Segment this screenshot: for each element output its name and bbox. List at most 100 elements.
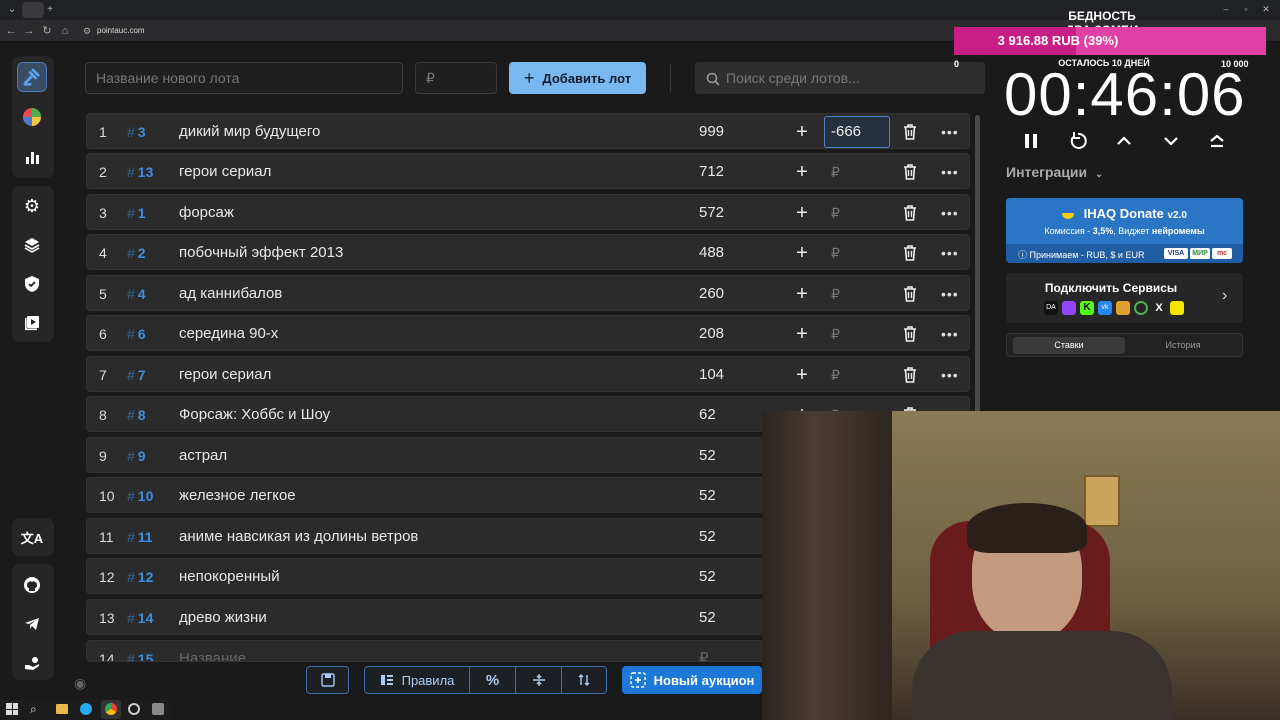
trash-icon[interactable]	[903, 276, 919, 312]
telegram-icon[interactable]	[17, 609, 47, 639]
more-options-icon[interactable]: •••	[941, 316, 958, 352]
new-lot-input[interactable]: Название нового лота	[85, 62, 403, 94]
lot-name[interactable]: дикий мир будущего	[179, 114, 320, 150]
back-icon[interactable]: ←	[4, 24, 18, 38]
lot-name[interactable]: Форсаж: Хоббс и Шоу	[179, 397, 330, 433]
lot-amount-input[interactable]: ₽	[831, 195, 840, 231]
lot-amount-edit-input[interactable]: -666	[824, 116, 890, 148]
trash-icon[interactable]	[903, 357, 919, 393]
trash-icon[interactable]	[903, 195, 919, 231]
taskbar-search-icon[interactable]: ⌕	[30, 702, 37, 717]
lot-name[interactable]: герои сериал	[179, 154, 271, 190]
site-info-icon[interactable]: ⚙	[80, 24, 94, 38]
sort-button[interactable]	[561, 666, 607, 694]
percent-button[interactable]: %	[469, 666, 516, 694]
lot-amount-input[interactable]: ₽	[831, 316, 840, 352]
lot-name[interactable]: непокоренный	[179, 559, 280, 595]
auction-icon[interactable]	[17, 62, 47, 92]
tab-list-icon[interactable]: ⌄	[4, 3, 20, 17]
boosty-icon[interactable]	[1170, 301, 1184, 315]
trash-icon[interactable]	[903, 235, 919, 271]
lot-name[interactable]: герои сериал	[179, 357, 271, 393]
x-icon[interactable]: X	[1152, 301, 1166, 315]
save-button[interactable]	[306, 666, 349, 694]
forward-icon[interactable]: →	[22, 24, 36, 38]
new-lot-price-input[interactable]: ₽	[415, 62, 497, 94]
add-amount-icon[interactable]: +	[793, 154, 811, 190]
app-icon[interactable]	[152, 703, 164, 715]
add-amount-icon[interactable]: +	[793, 114, 811, 150]
vk-icon[interactable]: vk	[1098, 301, 1112, 315]
lot-name[interactable]: ад каннибалов	[179, 276, 282, 312]
lot-name[interactable]: древо жизни	[179, 600, 267, 636]
connect-services-card[interactable]: Подключить Сервисы DA K vk X ›	[1006, 273, 1243, 323]
obs-icon[interactable]	[128, 703, 140, 715]
tab-history[interactable]: История	[1127, 337, 1239, 354]
add-amount-icon[interactable]: +	[793, 276, 811, 312]
search-input[interactable]: Поиск среди лотов...	[695, 62, 985, 94]
github-icon[interactable]	[17, 570, 47, 600]
lot-name[interactable]: астрал	[179, 438, 227, 474]
maximize-icon[interactable]: ▫	[1238, 2, 1254, 16]
kick-icon[interactable]: K	[1080, 301, 1094, 315]
lot-name[interactable]: Название	[179, 641, 246, 661]
lot-amount-input[interactable]: ₽	[831, 357, 840, 393]
more-options-icon[interactable]: •••	[941, 276, 958, 312]
lot-name[interactable]: середина 90-х	[179, 316, 278, 352]
chrome-taskbar-active[interactable]	[101, 700, 121, 719]
telegram-taskbar-icon[interactable]	[80, 703, 92, 715]
lot-row[interactable]: 5 #4 ад каннибалов 260 + ₽ •••	[86, 275, 970, 311]
home-icon[interactable]: ⌂	[58, 24, 72, 38]
rules-button[interactable]: Правила	[364, 666, 470, 694]
pie-chart-icon[interactable]	[17, 102, 47, 132]
lot-name[interactable]: побочный эффект 2013	[179, 235, 343, 271]
lot-row[interactable]: 6 #6 середина 90-х 208 + ₽ •••	[86, 315, 970, 351]
twitch-icon[interactable]	[1062, 301, 1076, 315]
add-amount-icon[interactable]: +	[793, 195, 811, 231]
url-text[interactable]: pointauc.com	[97, 24, 145, 38]
file-explorer-icon[interactable]	[56, 704, 68, 714]
center-button[interactable]	[515, 666, 562, 694]
goodgame-icon[interactable]	[1134, 301, 1148, 315]
add-amount-icon[interactable]: +	[793, 316, 811, 352]
playlist-icon[interactable]	[17, 308, 47, 338]
lot-row[interactable]: 1 #3 дикий мир будущего 999 + -666 •••	[86, 113, 970, 149]
minimize-icon[interactable]: –	[1218, 2, 1234, 16]
trash-icon[interactable]	[903, 114, 919, 150]
more-options-icon[interactable]: •••	[941, 154, 958, 190]
tab-bets[interactable]: Ставки	[1013, 337, 1125, 354]
lot-name[interactable]: железное легкое	[179, 478, 296, 514]
double-chevron-up-icon[interactable]	[1205, 129, 1229, 153]
donationalerts-icon[interactable]: DA	[1044, 301, 1058, 315]
eye-icon[interactable]: ◉	[74, 676, 92, 690]
new-auction-button[interactable]: Новый аукцион	[622, 666, 762, 694]
windows-start-icon[interactable]	[6, 703, 18, 715]
donate-card[interactable]: IHAQ Donate v2.0 Комиссия - 3,5%, Виджет…	[1006, 198, 1243, 263]
more-options-icon[interactable]: •••	[941, 195, 958, 231]
more-options-icon[interactable]: •••	[941, 114, 958, 150]
more-options-icon[interactable]: •••	[941, 357, 958, 393]
lot-row[interactable]: 2 #13 герои сериал 712 + ₽ •••	[86, 153, 970, 189]
reload-icon[interactable]: ↻	[40, 24, 54, 38]
stats-icon[interactable]	[17, 142, 47, 172]
translate-icon[interactable]: 文A	[17, 522, 47, 552]
add-lot-button[interactable]: + Добавить лот	[509, 62, 646, 94]
lot-name[interactable]: аниме навсикая из долины ветров	[179, 519, 418, 555]
trash-icon[interactable]	[903, 154, 919, 190]
reset-icon[interactable]	[1066, 129, 1090, 153]
shield-icon[interactable]	[17, 269, 47, 299]
close-window-icon[interactable]: ✕	[1258, 2, 1274, 16]
trash-icon[interactable]	[903, 316, 919, 352]
chevron-down-icon[interactable]	[1159, 129, 1183, 153]
lot-amount-input[interactable]: ₽	[831, 235, 840, 271]
donate-hand-icon[interactable]	[17, 648, 47, 678]
lot-row[interactable]: 4 #2 побочный эффект 2013 488 + ₽ •••	[86, 234, 970, 270]
donatepay-icon[interactable]	[1116, 301, 1130, 315]
chevron-up-icon[interactable]	[1112, 129, 1136, 153]
lot-list-scrollbar[interactable]	[975, 115, 980, 415]
add-amount-icon[interactable]: +	[793, 235, 811, 271]
layers-icon[interactable]	[17, 230, 47, 260]
add-amount-icon[interactable]: +	[793, 357, 811, 393]
lot-row[interactable]: 7 #7 герои сериал 104 + ₽ •••	[86, 356, 970, 392]
lot-amount-input[interactable]: ₽	[831, 276, 840, 312]
